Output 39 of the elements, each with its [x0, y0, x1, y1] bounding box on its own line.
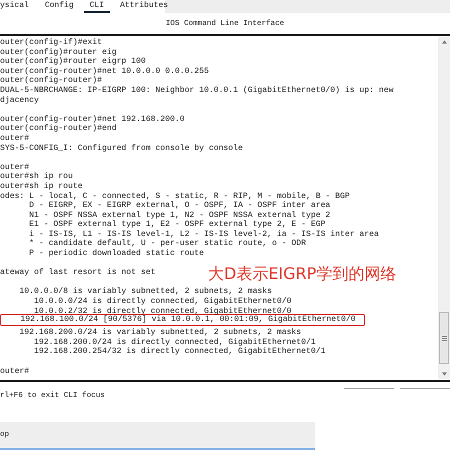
terminal-line: N1 - OSPF NSSA external type 1, N2 - OSPF NSSA external type 2 — [28, 210, 330, 220]
terminal-line: outer#sh ip route — [0, 182, 83, 192]
terminal-line: outer(config-router)# — [0, 76, 102, 86]
terminal-line: SYS-5-CONFIG_I: Configured from console by console — [0, 144, 243, 154]
scroll-down-icon[interactable] — [442, 372, 446, 376]
scroll-up-icon[interactable] — [442, 40, 446, 44]
terminal-output[interactable] — [0, 34, 450, 382]
terminal-line: odes: L - local, C - connected, S - static, R - RIP, M - mobile, B - BGP — [0, 192, 350, 201]
terminal-line: outer(config-router)#end — [0, 124, 117, 134]
terminal-line: 192.168.200.0/24 is variably subnetted, 2 subnets, 2 masks — [18, 328, 302, 338]
terminal-line: outer(config-if)#exit — [0, 38, 102, 48]
annotation-text: 大D表示EIGRP学到的网络 — [208, 264, 396, 285]
terminal-line: P - periodic downloaded static route — [28, 249, 204, 259]
terminal-line: outer#sh ip rou — [0, 172, 73, 182]
terminal-line: outer# — [0, 134, 30, 144]
scrollbar[interactable] — [438, 36, 450, 380]
terminal-line: DUAL-5-NBRCHANGE: IP-EIGRP 100: Neighbor 10.0.0.1 (GigabitEthernet0/0) is up: new — [0, 86, 394, 96]
terminal-line: ateway of last resort is not set — [0, 268, 156, 278]
terminal-line: outer(config-router)#net 10.0.0.0 0.0.0.255 — [0, 66, 209, 76]
tab[interactable]: ysical — [0, 0, 35, 11]
terminal-line: 192.168.200.0/24 is directly connected, GigabitEthernet0/1 — [32, 338, 316, 347]
terminal-line: outer(config)#router eigrp 100 — [0, 57, 146, 67]
terminal-line: 10.0.0.0/8 is variably subnetted, 2 subnets, 2 masks — [18, 287, 272, 297]
terminal-line: i - IS-IS, L1 - IS-IS level-1, L2 - IS-IS level-2, ia - IS-IS inter area — [28, 230, 379, 239]
scroll-thumb[interactable] — [439, 312, 449, 364]
terminal-line: outer# — [0, 162, 30, 172]
terminal-line: 192.168.200.254/32 is directly connected, GigabitEthernet0/1 — [32, 347, 326, 357]
tab[interactable]: Config — [38, 0, 80, 11]
terminal-line: outer(config-router)#net 192.168.200.0 — [0, 114, 185, 124]
terminal-line: D - EIGRP, EX - EIGRP external, O - OSPF, IA - OSPF inter area — [28, 201, 330, 211]
grip-icon — [442, 336, 446, 340]
terminal-line: 10.0.0.2/32 is directly connected, GigabitEthernet0/0 — [34, 306, 292, 316]
terminal-line: outer(config)#router eig — [0, 48, 117, 57]
terminal-line: 10.0.0.0/24 is directly connected, GigabitEthernet0/0 — [32, 297, 292, 307]
terminal-line: djacency — [0, 96, 39, 106]
terminal-line: E1 - OSPF external type 1, E2 - OSPF external type 2, E - EGP — [28, 220, 326, 230]
terminal-line: * - candidate default, U - per-user static route, o - ODR — [28, 239, 306, 249]
tab[interactable]: Attributes — [114, 0, 174, 11]
terminal-line: outer# — [0, 366, 30, 376]
